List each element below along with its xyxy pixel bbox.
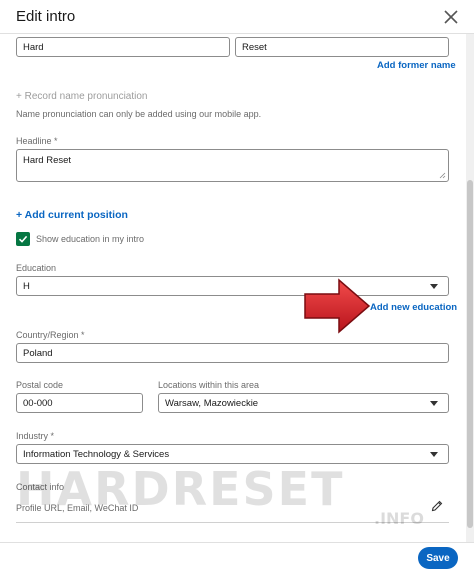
pencil-icon[interactable]: [430, 499, 444, 513]
chevron-down-icon: [430, 401, 438, 406]
scrollbar[interactable]: [466, 34, 474, 542]
first-name-value: Hard: [23, 41, 44, 53]
check-icon: [18, 235, 28, 243]
country-label: Country/Region *: [16, 330, 85, 340]
show-education-checkbox[interactable]: [16, 232, 30, 246]
location-label: Locations within this area: [158, 380, 260, 390]
location-select[interactable]: Warsaw, Mazowieckie: [158, 393, 449, 413]
arrow-annotation-icon: [304, 278, 371, 334]
add-new-education-link[interactable]: Add new education: [370, 302, 457, 313]
scrollbar-thumb[interactable]: [467, 180, 473, 528]
education-value: H: [23, 280, 30, 292]
first-name-input[interactable]: Hard: [16, 37, 230, 57]
edit-intro-dialog: Edit intro Hard Reset Add former name + …: [0, 0, 474, 579]
headline-value: Hard Reset: [23, 155, 72, 166]
close-icon[interactable]: [440, 6, 462, 28]
headline-label: Headline *: [16, 136, 58, 146]
show-education-label: Show education in my intro: [36, 234, 145, 244]
industry-value: Information Technology & Services: [23, 448, 170, 460]
dialog-title: Edit intro: [16, 8, 76, 25]
postal-code-value: 00-000: [23, 397, 53, 409]
industry-select[interactable]: Information Technology & Services: [16, 444, 449, 464]
headline-textarea[interactable]: Hard Reset: [16, 149, 449, 182]
add-current-position-link[interactable]: + Add current position: [16, 209, 128, 221]
chevron-down-icon: [430, 452, 438, 457]
country-value: Poland: [23, 347, 53, 359]
education-select[interactable]: H: [16, 276, 449, 296]
add-former-name-link[interactable]: Add former name: [377, 60, 456, 71]
postal-code-input[interactable]: 00-000: [16, 393, 143, 413]
resize-handle-icon[interactable]: [439, 172, 446, 179]
dialog-footer: Save: [0, 542, 474, 579]
postal-code-label: Postal code: [16, 380, 64, 390]
industry-label: Industry *: [16, 431, 55, 441]
education-label: Education: [16, 263, 57, 273]
country-input[interactable]: Poland: [16, 343, 449, 363]
record-pronunciation-button[interactable]: + Record name pronunciation: [16, 91, 147, 102]
pronunciation-note: Name pronunciation can only be added usi…: [16, 109, 262, 119]
watermark: HARDRESET: [16, 462, 345, 516]
save-button[interactable]: Save: [418, 547, 458, 569]
watermark-suffix: .INFO: [374, 509, 424, 528]
dialog-header: Edit intro: [0, 0, 474, 34]
chevron-down-icon: [430, 284, 438, 289]
last-name-value: Reset: [242, 41, 267, 53]
location-value: Warsaw, Mazowieckie: [165, 397, 259, 409]
last-name-input[interactable]: Reset: [235, 37, 449, 57]
